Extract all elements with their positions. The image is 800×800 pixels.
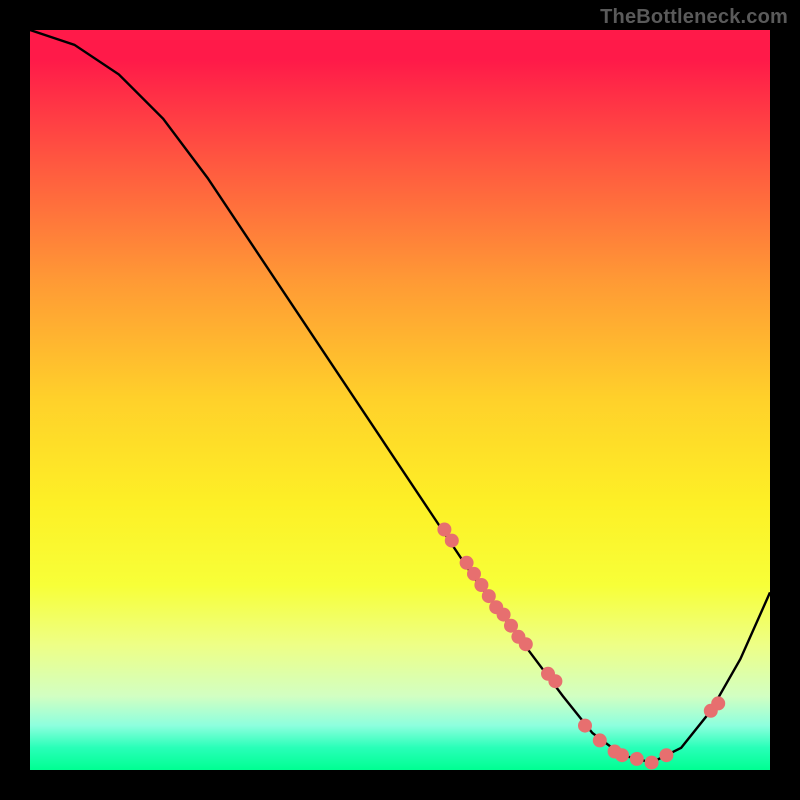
bottleneck-curve: [30, 30, 770, 763]
sample-point: [593, 733, 607, 747]
sample-point: [615, 748, 629, 762]
sample-point: [711, 696, 725, 710]
sample-point: [630, 752, 644, 766]
sample-point: [548, 674, 562, 688]
sample-points-group: [437, 523, 725, 770]
sample-point: [445, 534, 459, 548]
watermark-text: TheBottleneck.com: [600, 6, 788, 29]
chart-svg: [30, 30, 770, 770]
sample-point: [659, 748, 673, 762]
sample-point: [645, 756, 659, 770]
sample-point: [519, 637, 533, 651]
sample-point: [578, 719, 592, 733]
chart-plot-area: [30, 30, 770, 770]
